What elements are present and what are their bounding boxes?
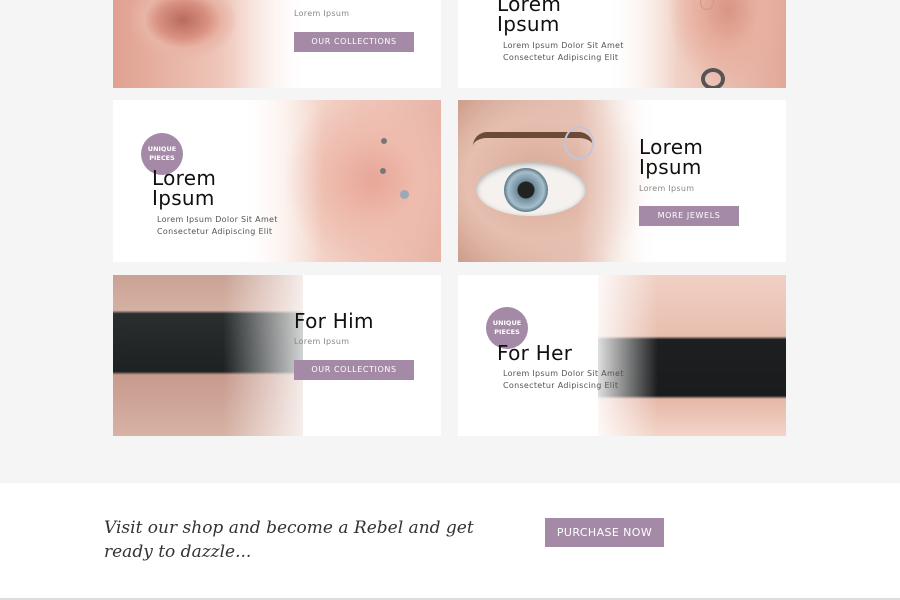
card-description: Lorem Ipsum Dolor Sit Amet Consectetur A… — [503, 369, 624, 390]
card-description: Lorem Ipsum Dolor Sit Amet Consectetur A… — [503, 41, 624, 62]
her-photo-fade — [588, 275, 658, 436]
eye-photo-fade — [578, 100, 658, 262]
card-subtitle: Lorem Ipsum — [639, 184, 695, 193]
card-nose: Lorem Ipsum OUR COLLECTIONS — [113, 0, 441, 88]
card-face: UNIQUE PIECES Lorem Ipsum Lorem Ipsum Do… — [113, 100, 441, 262]
cta-tagline: Visit our shop and become a Rebel and ge… — [104, 518, 474, 562]
card-title: Lorem Ipsum — [497, 0, 562, 36]
card-title: Lorem Ipsum — [639, 135, 704, 179]
card-eye: Lorem Ipsum Lorem Ipsum MORE JEWELS — [458, 100, 786, 262]
stud-2 — [380, 168, 386, 174]
card-title: Lorem Ipsum — [152, 166, 217, 210]
card-for-her: UNIQUE PIECES For Her Lorem Ipsum Dolor … — [458, 275, 786, 436]
card-subtitle: Lorem Ipsum — [294, 9, 350, 18]
card-title: For Her — [497, 341, 573, 365]
card-description: Lorem Ipsum Dolor Sit Amet Consectetur A… — [157, 215, 278, 236]
stud-1 — [381, 138, 387, 144]
purchase-now-button[interactable]: PURCHASE NOW — [545, 518, 664, 547]
more-jewels-button[interactable]: MORE JEWELS — [639, 206, 739, 226]
ear-tunnel — [701, 68, 725, 88]
stud-3 — [400, 190, 409, 199]
eyebrow-ring — [564, 126, 594, 160]
card-title: For Him — [294, 309, 374, 333]
him-photo-fade — [223, 275, 323, 436]
our-collections-button[interactable]: OUR COLLECTIONS — [294, 360, 414, 380]
card-subtitle: Lorem Ipsum — [294, 337, 350, 346]
card-for-him: For Him Lorem Ipsum OUR COLLECTIONS — [113, 275, 441, 436]
iris — [504, 168, 548, 212]
card-ear: Lorem Ipsum Lorem Ipsum Dolor Sit Amet C… — [458, 0, 786, 88]
our-collections-button[interactable]: OUR COLLECTIONS — [294, 32, 414, 52]
